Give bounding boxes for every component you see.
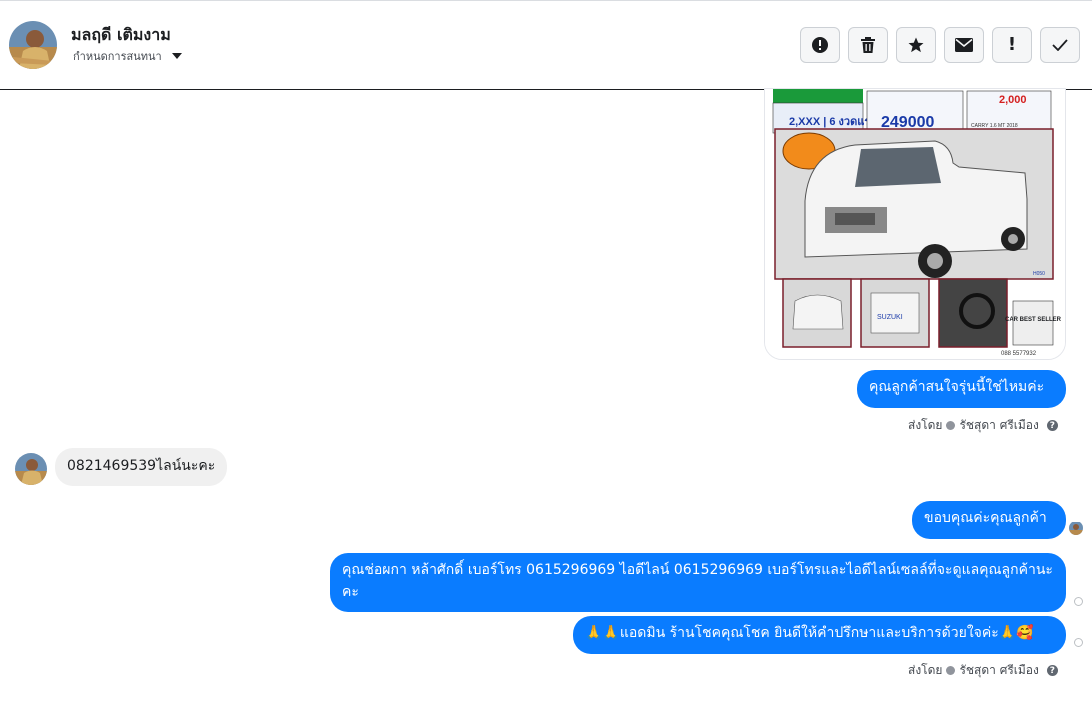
car-ad-image[interactable]: 2,XXX | 6 งวดแรก 249000 2,000 CARRY 1.6 …	[764, 88, 1066, 360]
message-text: 🙏🙏แอดมิน ร้านโชคคุณโชค ยินดีให้คำปรึกษาแ…	[585, 625, 1034, 641]
sent-by-row: ส่งโดย รัชสุดา ศรีเมือง ?	[908, 661, 1058, 680]
seen-avatar	[1069, 521, 1083, 535]
agent-name[interactable]: รัชสุดา ศรีเมือง	[959, 661, 1038, 680]
follow-up-button[interactable]: !	[992, 27, 1032, 63]
assign-conversation-dropdown[interactable]: กำหนดการสนทนา	[73, 47, 182, 65]
conversation-header: มลฤดี เติมงาม กำหนดการสนทนา !	[0, 1, 1092, 90]
ad-monthly: 2,000	[999, 94, 1027, 106]
customer-avatar[interactable]	[9, 21, 57, 69]
ad-brand: SUZUKI	[877, 314, 903, 321]
help-icon[interactable]: ?	[1046, 665, 1058, 676]
ad-badge: CAR BEST SELLER	[1005, 317, 1062, 323]
trash-icon	[861, 37, 875, 53]
alert-circle-icon	[812, 37, 828, 53]
ad-phone: 088 5577932	[1001, 351, 1037, 357]
ad-code: H050	[1033, 271, 1045, 277]
caret-down-icon	[171, 53, 182, 59]
ad-model: CARRY 1.6 MT 2018	[971, 123, 1018, 129]
message-outgoing[interactable]: คุณลูกค้าสนใจรุ่นนี้ใช่ไหมค่ะ	[857, 370, 1066, 408]
agent-name[interactable]: รัชสุดา ศรีเมือง	[959, 416, 1038, 435]
sent-by-prefix: ส่งโดย	[908, 663, 943, 677]
message-outgoing[interactable]: คุณช่อผกา หล้าศักดิ์ เบอร์โทร 0615296969…	[330, 553, 1066, 612]
message-text: คุณช่อผกา หล้าศักดิ์ เบอร์โทร 0615296969…	[342, 562, 1053, 600]
assign-label: กำหนดการสนทนา	[73, 50, 162, 63]
verified-check-icon	[946, 666, 956, 675]
done-button[interactable]	[1040, 27, 1080, 63]
sent-by-prefix: ส่งโดย	[908, 418, 943, 432]
envelope-icon	[955, 38, 973, 52]
star-button[interactable]	[896, 27, 936, 63]
message-text: คุณลูกค้าสนใจรุ่นนี้ใช่ไหมค่ะ	[869, 379, 1045, 395]
sent-status-icon	[1074, 597, 1083, 606]
sent-by-row: ส่งโดย รัชสุดา ศรีเมือง ?	[908, 416, 1058, 435]
sent-status-icon	[1074, 638, 1083, 647]
exclamation-icon: !	[1007, 34, 1017, 55]
message-text: ขอบคุณค่ะคุณลูกค้า	[924, 510, 1047, 526]
verified-check-icon	[946, 421, 956, 430]
checkmark-icon	[1052, 39, 1068, 51]
spam-button[interactable]	[800, 27, 840, 63]
message-outgoing[interactable]: 🙏🙏แอดมิน ร้านโชคคุณโชค ยินดีให้คำปรึกษาแ…	[573, 616, 1066, 654]
ad-down-text: 2,XXX | 6 งวดแรก	[789, 116, 877, 128]
star-icon	[908, 37, 924, 53]
message-text: 0821469539ไลน์นะคะ	[67, 458, 216, 474]
customer-avatar-small[interactable]	[15, 453, 47, 485]
message-incoming[interactable]: 0821469539ไลน์นะคะ	[55, 448, 228, 486]
mark-unread-button[interactable]	[944, 27, 984, 63]
message-outgoing[interactable]: ขอบคุณค่ะคุณลูกค้า	[912, 501, 1066, 539]
help-icon[interactable]: ?	[1046, 420, 1058, 431]
delete-button[interactable]	[848, 27, 888, 63]
customer-name: มลฤดี เติมงาม	[71, 25, 171, 44]
